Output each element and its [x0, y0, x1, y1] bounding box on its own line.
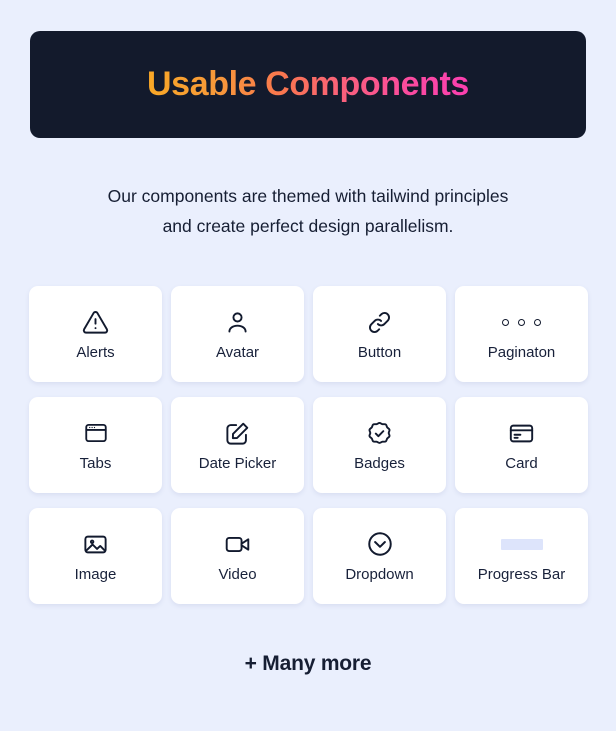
component-card-label: Video — [218, 566, 257, 583]
hero-banner: Usable Components — [30, 31, 586, 138]
component-card-paginaton[interactable]: Paginaton — [455, 286, 588, 382]
component-card-avatar[interactable]: Avatar — [171, 286, 304, 382]
photo-icon — [82, 530, 109, 558]
progress-bar-icon — [500, 530, 543, 558]
alert-triangle-icon — [82, 308, 109, 336]
pencil-square-icon — [224, 419, 251, 447]
video-camera-icon — [224, 530, 251, 558]
component-card-badges[interactable]: Badges — [313, 397, 446, 493]
component-card-label: Tabs — [79, 455, 112, 472]
credit-card-icon — [508, 419, 535, 447]
link-chain-icon — [366, 308, 393, 336]
component-card-card[interactable]: Card — [455, 397, 588, 493]
browser-window-icon — [83, 419, 109, 447]
subtitle-line-1: Our components are themed with tailwind … — [107, 186, 509, 206]
component-card-label: Alerts — [76, 344, 115, 361]
component-card-label: Paginaton — [487, 344, 556, 361]
component-card-tabs[interactable]: Tabs — [29, 397, 162, 493]
component-card-button[interactable]: Button — [313, 286, 446, 382]
page-title: Usable Components — [147, 65, 469, 103]
component-card-label: Image — [74, 566, 117, 583]
component-card-alerts[interactable]: Alerts — [29, 286, 162, 382]
page-subtitle: Our components are themed with tailwind … — [50, 181, 566, 241]
three-dots-icon — [502, 308, 541, 336]
component-card-date-picker[interactable]: Date Picker — [171, 397, 304, 493]
component-card-video[interactable]: Video — [171, 508, 304, 604]
component-card-label: Date Picker — [198, 455, 277, 472]
component-card-label: Progress Bar — [477, 566, 566, 583]
component-card-image[interactable]: Image — [29, 508, 162, 604]
pagination-dot — [534, 318, 541, 326]
many-more-label: + Many more — [244, 652, 372, 675]
pagination-dot — [502, 318, 509, 326]
progress-track — [500, 538, 543, 550]
component-card-label: Card — [505, 455, 538, 472]
component-showcase-page: Usable Components Our components are the… — [0, 0, 616, 731]
pagination-dot — [518, 318, 525, 326]
component-card-label: Avatar — [215, 344, 260, 361]
user-icon — [224, 308, 251, 336]
chevron-down-circle-icon — [366, 530, 394, 558]
component-card-progress-bar[interactable]: Progress Bar — [455, 508, 588, 604]
component-card-dropdown[interactable]: Dropdown — [313, 508, 446, 604]
subtitle-line-2: and create perfect design parallelism. — [162, 216, 454, 236]
component-grid: Alerts Avatar Button Paginaton Tabs Date… — [29, 286, 588, 604]
component-card-label: Button — [357, 344, 402, 361]
component-card-label: Dropdown — [345, 566, 414, 583]
component-card-label: Badges — [354, 455, 405, 472]
verified-badge-icon — [366, 419, 393, 447]
